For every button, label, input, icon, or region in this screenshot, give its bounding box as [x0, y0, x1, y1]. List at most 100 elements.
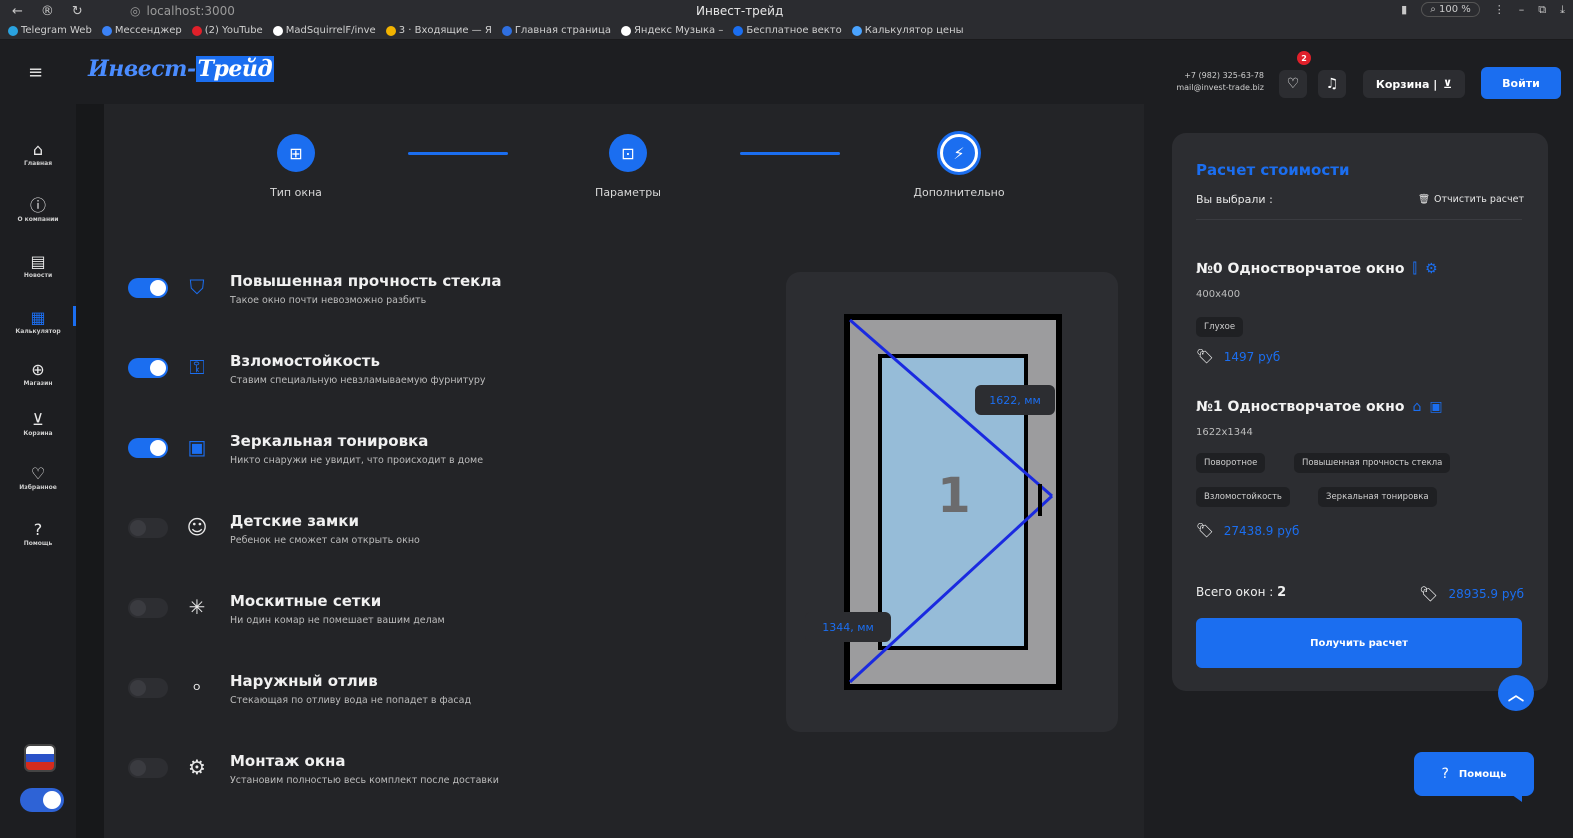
step-2[interactable]: ⊡ Параметры [558, 134, 698, 199]
total-price: 🏷 28935.9 руб [1419, 585, 1524, 603]
sidebar-item-calculator[interactable]: ▦ Калькулятор [0, 308, 76, 335]
bookmark-item[interactable]: Главная страница [501, 25, 611, 36]
sidebar-item-news[interactable]: ▤ Новости [0, 252, 76, 279]
language-flag-icon[interactable] [24, 744, 56, 772]
logo-text: Инвест- [88, 56, 196, 82]
price-tag-icon: 🏷 [1196, 523, 1214, 539]
notifications-button[interactable]: ♫ [1318, 70, 1346, 98]
option-title: Монтаж окна [230, 752, 346, 770]
theme-toggle[interactable] [20, 788, 64, 812]
total-label: Всего окон : [1196, 585, 1274, 599]
bookmark-label: Бесплатное векто [746, 25, 842, 36]
reload-icon[interactable]: ↻ [72, 4, 83, 19]
site-info-icon[interactable]: ◎ [130, 4, 140, 18]
app-header: ≡ Инвест-Трейд +7 (982) 325-63-78 mail@i… [0, 40, 1573, 104]
sidebar-item-help[interactable]: ? Помощь [0, 520, 76, 547]
calc-item-chip: Зеркальная тонировка [1318, 487, 1437, 507]
favorites-count-badge: 2 [1297, 51, 1311, 65]
email[interactable]: mail@invest-trade.biz [1174, 82, 1264, 94]
cart-button[interactable]: Корзина | ⊻ [1363, 70, 1465, 98]
zoom-indicator[interactable]: ⌕ 100 % [1421, 2, 1480, 17]
window-handle [1038, 484, 1042, 516]
door-icon[interactable]: ⫿ [1412, 261, 1416, 277]
calc-item-title: №0 Одностворчатое окно ⫿ ⚙ [1196, 261, 1438, 277]
address-bar[interactable]: ◎ localhost:3000 [130, 4, 235, 18]
bookmark-item[interactable]: Калькулятор цены [851, 25, 964, 36]
settings-icon[interactable]: ⚙ [1425, 261, 1438, 277]
bookmark-favicon-icon [191, 25, 202, 36]
logo[interactable]: Инвест-Трейд [88, 56, 275, 82]
option-toggle[interactable] [128, 278, 168, 298]
calc-item-title: №1 Одностворчатое окно ⌂ ▣ [1196, 399, 1443, 415]
parameters-icon: ⊡ [609, 134, 647, 172]
bookmark-label: (2) YouTube [204, 25, 263, 36]
extension-icon[interactable]: ® [41, 4, 54, 19]
width-dimension: 1344, мм [805, 612, 891, 642]
help-label: Помощь [1458, 768, 1507, 780]
sidebar-item-shop[interactable]: ⊕ Магазин [0, 360, 76, 387]
help-button[interactable]: ? Помощь [1414, 752, 1534, 796]
height-dimension: 1622, мм [975, 385, 1055, 415]
burglar-icon: ⚿ [189, 355, 205, 379]
bookmark-label: Калькулятор цены [864, 25, 964, 36]
back-icon[interactable]: ← [12, 4, 23, 19]
option-row: ⚿ Взломостойкость Ставим специальную невзл… [128, 352, 768, 402]
bookmark-item[interactable]: Telegram Web [8, 25, 92, 36]
get-calculation-button[interactable]: Получить расчет [1196, 618, 1522, 668]
bookmark-favicon-icon [851, 25, 862, 36]
browser-controls: ▮ ⌕ 100 % ⋮ – ⧉ ⤓ [1401, 2, 1565, 17]
price-tag-icon: 🏷 [1419, 585, 1439, 603]
menu-icon[interactable]: ⋮ [1494, 3, 1505, 16]
bookmark-item[interactable]: 3 · Входящие — Я [385, 25, 492, 36]
hamburger-menu-icon[interactable]: ≡ [28, 62, 43, 83]
option-toggle[interactable] [128, 598, 168, 618]
home-outline-icon[interactable]: ⌂ [1412, 399, 1421, 415]
scroll-up-button[interactable]: ︿ [1498, 675, 1534, 711]
minimize-icon[interactable]: – [1519, 3, 1525, 16]
trash-icon: 🗑 [1417, 194, 1431, 205]
calc-item-name: №1 Одностворчатое окно [1196, 399, 1405, 415]
login-button[interactable]: Войти [1481, 67, 1561, 99]
calc-item-price: 🏷 27438.9 руб [1196, 523, 1299, 539]
option-toggle[interactable] [128, 518, 168, 538]
step-1[interactable]: ⊞ Тип окна [226, 134, 366, 199]
sidebar-item-label: Корзина [23, 430, 53, 437]
sidebar-item-info[interactable]: ⓘ О компании [0, 196, 76, 223]
clear-calc-button[interactable]: 🗑 Отчистить расчет [1418, 194, 1524, 205]
favorites-button[interactable]: ♡ [1279, 70, 1307, 98]
sidebar-item-cart[interactable]: ⊻ Корзина [0, 410, 76, 437]
option-toggle[interactable] [128, 438, 168, 458]
bookmark-favicon-icon [101, 25, 112, 36]
calc-title: Расчет стоимости [1196, 161, 1350, 179]
bookmark-icon[interactable]: ▮ [1401, 3, 1407, 16]
download-icon[interactable]: ⤓ [1560, 3, 1565, 17]
phone[interactable]: +7 (982) 325-63-78 [1174, 70, 1264, 82]
option-title: Зеркальная тонировка [230, 432, 429, 450]
info-icon: ⓘ [29, 196, 46, 215]
bookmark-item[interactable]: Мессенджер [101, 25, 182, 36]
bookmark-item[interactable]: Яндекс Музыка – [620, 25, 723, 36]
bookmark-item[interactable]: (2) YouTube [191, 25, 263, 36]
option-toggle[interactable] [128, 758, 168, 778]
calc-item-size: 400x400 [1196, 289, 1241, 300]
step-3[interactable]: ⚡ Дополнительно [889, 134, 1029, 199]
camera-icon[interactable]: ▣ [1429, 399, 1442, 415]
bookmark-item[interactable]: MadSquirrelF/inve [272, 25, 376, 36]
panel-icon[interactable]: ⧉ [1538, 3, 1546, 17]
option-description: Ребенок не сможет сам открыть окно [230, 535, 420, 546]
bookmark-item[interactable]: Бесплатное векто [733, 25, 842, 36]
tab-title: Инвест-трейд [696, 4, 784, 18]
option-toggle[interactable] [128, 678, 168, 698]
option-title: Наружный отлив [230, 672, 378, 690]
child-icon: ☺ [186, 515, 208, 539]
window-grid-icon: ⊞ [277, 134, 315, 172]
sidebar-item-home[interactable]: ⌂ Главная [0, 140, 76, 167]
sidebar-item-heart[interactable]: ♡ Избранное [0, 464, 76, 491]
calc-item-chip: Поворотное [1196, 453, 1266, 473]
bookmark-label: Telegram Web [21, 25, 92, 36]
option-toggle[interactable] [128, 358, 168, 378]
option-row: ☺ Детские замки Ребенок не сможет сам откр… [128, 512, 768, 562]
bookmark-label: Мессенджер [114, 25, 182, 36]
help-bubble-tail [1508, 792, 1522, 802]
left-sidebar: ⌂ Главная ⓘ О компании ▤ Новости ▦ Калькулятор ⊕… [0, 104, 76, 838]
